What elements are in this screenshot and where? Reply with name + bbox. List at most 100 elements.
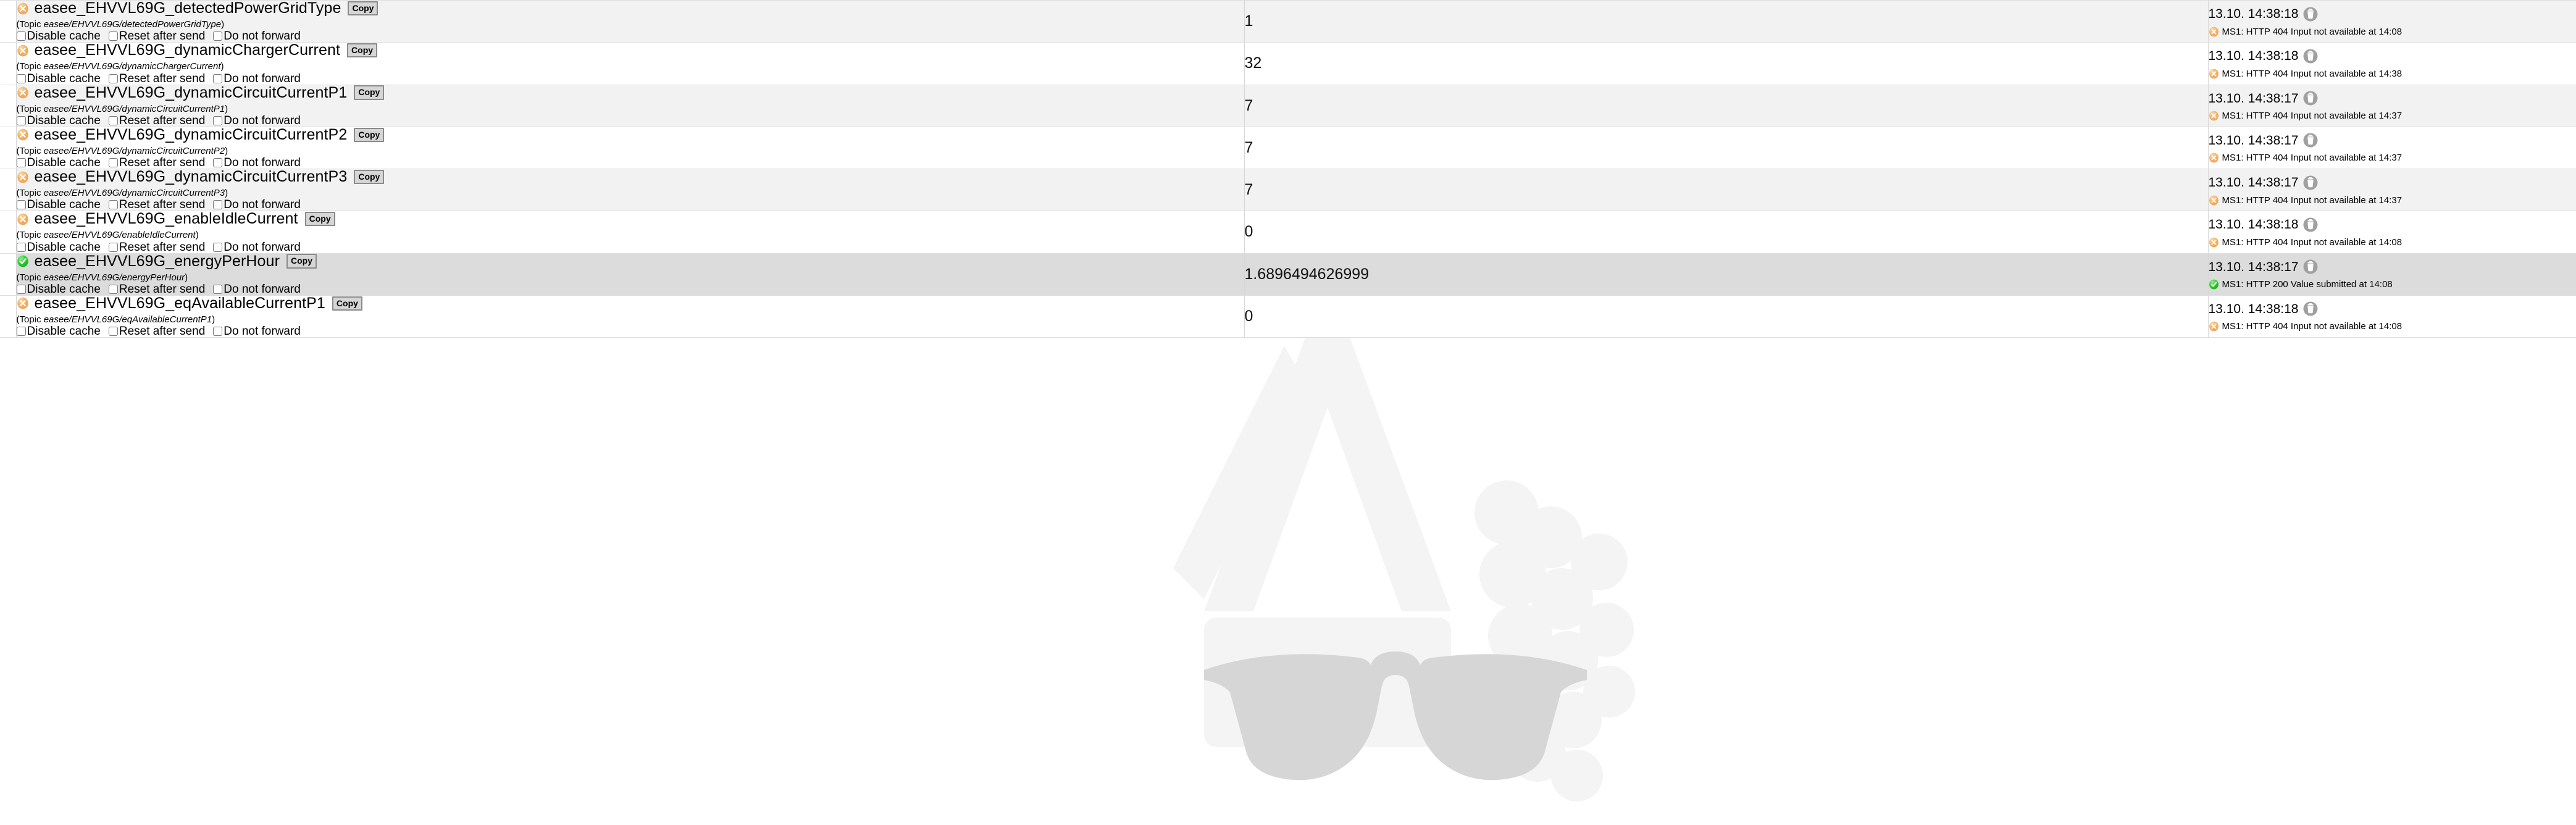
do-not-forward-checkbox[interactable] [213,200,223,210]
do-not-forward-checkbox[interactable] [213,31,223,41]
option-disable-cache[interactable]: Disable cache [16,157,101,169]
option-disable-cache[interactable]: Disable cache [16,73,101,85]
row-message-text: MS1: HTTP 404 Input not available at 14:… [2222,153,2402,164]
option-do-not-forward[interactable]: Do not forward [213,73,301,85]
row-title-line: easee_EHVVL69G_dynamicChargerCurrent Cop… [17,43,1244,58]
trash-icon[interactable] [2302,259,2319,275]
disable-cache-checkbox[interactable] [16,242,26,252]
disable-cache-checkbox[interactable] [16,158,26,167]
table-row[interactable]: easee_EHVVL69G_dynamicCircuitCurrentP2 C… [0,126,2576,170]
reset-after-send-checkbox[interactable] [108,200,118,210]
trash-icon[interactable] [2302,132,2319,148]
reset-after-send-checkbox[interactable] [108,115,118,125]
row-timestamp: 13.10. 14:38:17 [2208,175,2299,190]
topic-prefix-label: (Topic [16,188,44,198]
row-topic-line: (Topic easee/EHVVL69G/dynamicChargerCurr… [17,61,1244,72]
copy-button[interactable]: Copy [332,296,362,311]
reset-after-send-checkbox[interactable] [108,284,118,294]
error-circle-icon [17,86,28,99]
row-message-status-icon [2209,27,2219,37]
disable-cache-checkbox[interactable] [16,200,26,210]
row-value: 7 [1244,181,1253,199]
trash-icon[interactable] [2302,90,2319,106]
option-reset-after-send[interactable]: Reset after send [108,115,205,127]
table-row[interactable]: easee_EHVVL69G_energyPerHour Copy (Topic… [0,253,2576,296]
disable-cache-checkbox[interactable] [16,31,26,41]
table-row[interactable]: easee_EHVVL69G_eqAvailableCurrentP1 Copy… [0,295,2576,338]
row-timestamp: 13.10. 14:38:17 [2208,259,2299,274]
option-do-not-forward[interactable]: Do not forward [213,325,301,337]
table-row[interactable]: easee_EHVVL69G_dynamicCircuitCurrentP1 C… [0,84,2576,127]
trash-icon[interactable] [2302,175,2319,191]
trash-icon[interactable] [2302,132,2319,148]
trash-icon[interactable] [2302,48,2319,64]
copy-button[interactable]: Copy [286,254,317,269]
reset-after-send-checkbox[interactable] [108,73,118,83]
option-reset-after-send[interactable]: Reset after send [108,283,205,295]
do-not-forward-checkbox[interactable] [213,115,223,125]
copy-button[interactable]: Copy [354,169,385,185]
row-status-cell: 13.10. 14:38:18 MS1: HTTP 404 Input not … [2208,42,2576,85]
option-reset-after-send[interactable]: Reset after send [108,241,205,253]
option-do-not-forward[interactable]: Do not forward [213,199,301,211]
option-disable-cache[interactable]: Disable cache [16,241,101,253]
copy-button[interactable]: Copy [354,85,385,100]
copy-button[interactable]: Copy [354,127,385,142]
trash-icon[interactable] [2302,6,2319,22]
trash-icon[interactable] [2302,217,2319,233]
option-disable-cache[interactable]: Disable cache [16,115,101,127]
table-row[interactable]: easee_EHVVL69G_dynamicChargerCurrent Cop… [0,42,2576,85]
trash-icon[interactable] [2302,301,2319,317]
do-not-forward-checkbox[interactable] [213,242,223,252]
option-do-not-forward[interactable]: Do not forward [213,241,301,253]
option-reset-after-send[interactable]: Reset after send [108,325,205,337]
reset-after-send-checkbox[interactable] [108,242,118,252]
option-do-not-forward[interactable]: Do not forward [213,157,301,169]
option-do-not-forward[interactable]: Do not forward [213,115,301,127]
option-reset-after-send[interactable]: Reset after send [108,30,205,42]
row-message-status-icon [2209,195,2219,206]
do-not-forward-checkbox[interactable] [213,284,223,294]
trash-icon[interactable] [2302,90,2319,106]
do-not-forward-checkbox[interactable] [213,158,223,167]
trash-icon[interactable] [2302,217,2319,233]
trash-icon[interactable] [2302,48,2319,64]
row-value-cell: 7 [1244,84,2209,127]
option-disable-cache[interactable]: Disable cache [16,199,101,211]
trash-icon[interactable] [2302,301,2319,317]
trash-icon[interactable] [2302,259,2319,275]
row-message-line: MS1: HTTP 404 Input not available at 14:… [2209,153,2576,163]
option-reset-after-send[interactable]: Reset after send [108,199,205,211]
row-status-cell: 13.10. 14:38:17 MS1: HTTP 404 Input not … [2208,168,2576,212]
disable-cache-checkbox[interactable] [16,115,26,125]
table-row[interactable]: easee_EHVVL69G_enableIdleCurrent Copy (T… [0,211,2576,254]
copy-button[interactable]: Copy [347,43,378,58]
option-disable-cache[interactable]: Disable cache [16,325,101,337]
row-topic-path: easee/EHVVL69G/eqAvailableCurrentP1 [43,314,212,325]
do-not-forward-checkbox[interactable] [213,327,223,336]
option-reset-after-send[interactable]: Reset after send [108,73,205,85]
option-disable-cache[interactable]: Disable cache [16,30,101,42]
disable-cache-checkbox[interactable] [16,73,26,83]
reset-after-send-checkbox[interactable] [108,327,118,336]
row-message-status-icon [2209,321,2219,332]
disable-cache-checkbox[interactable] [16,284,26,294]
row-status-icon [17,255,29,267]
option-do-not-forward[interactable]: Do not forward [213,283,301,295]
copy-button[interactable]: Copy [348,1,378,16]
trash-icon[interactable] [2302,6,2319,22]
row-status-cell: 13.10. 14:38:17 MS1: HTTP 404 Input not … [2208,84,2576,127]
option-reset-after-send[interactable]: Reset after send [108,157,205,169]
trash-icon[interactable] [2302,175,2319,191]
do-not-forward-checkbox[interactable] [213,73,223,83]
table-row[interactable]: easee_EHVVL69G_detectedPowerGridType Cop… [0,0,2576,43]
option-do-not-forward[interactable]: Do not forward [213,30,301,42]
table-row[interactable]: easee_EHVVL69G_dynamicCircuitCurrentP3 C… [0,168,2576,212]
copy-button[interactable]: Copy [304,212,335,227]
option-disable-cache[interactable]: Disable cache [16,283,101,295]
reset-after-send-checkbox[interactable] [108,158,118,167]
reset-after-send-checkbox[interactable] [108,31,118,41]
disable-cache-checkbox[interactable] [16,327,26,336]
row-message-text: MS1: HTTP 404 Input not available at 14:… [2222,195,2402,206]
topic-prefix-label: (Topic [16,272,44,283]
